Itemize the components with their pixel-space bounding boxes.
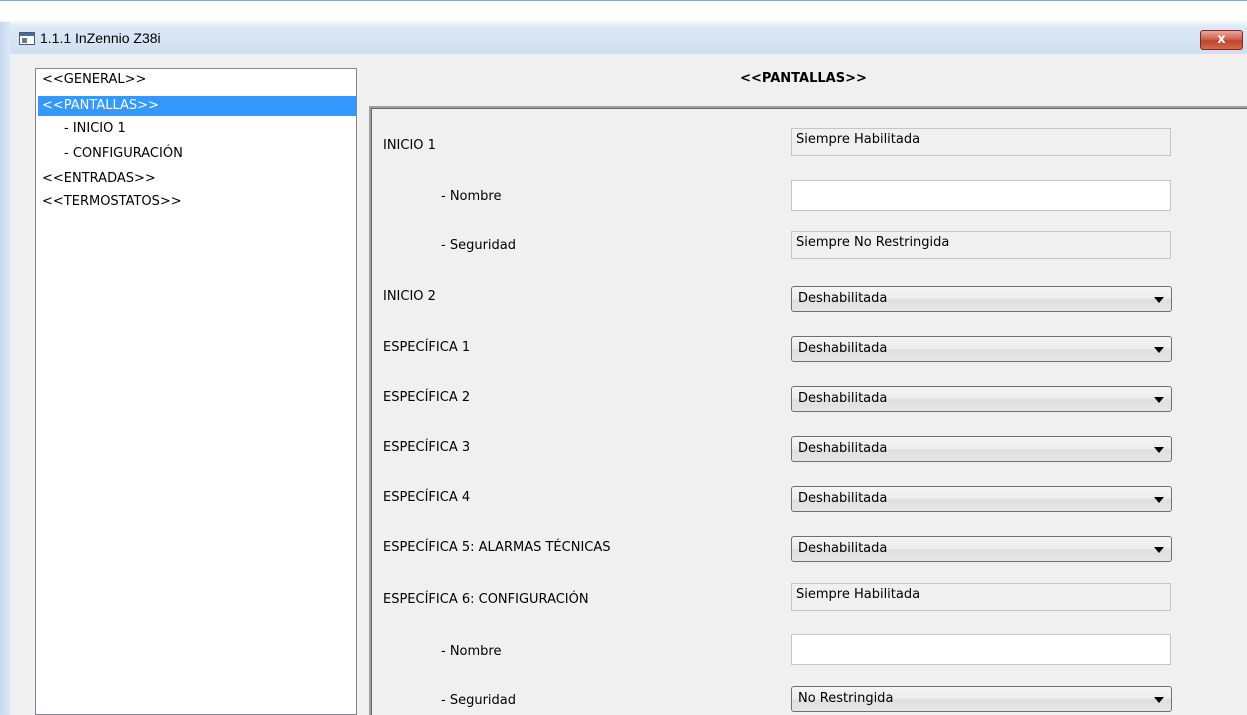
chevron-down-icon: [1154, 347, 1164, 353]
especifica-1-select-value: Deshabilitada: [798, 341, 888, 356]
param-label-especifica-6-nombre: - Nombre: [441, 644, 502, 659]
window-title: 1.1.1 InZennio Z38i: [40, 30, 161, 46]
param-value-inicio-1-seguridad: Siempre No Restringida: [791, 231, 1171, 259]
especifica-4-select-value: Deshabilitada: [798, 491, 888, 506]
window-icon: [19, 32, 35, 45]
param-label-especifica-3: ESPECÍFICA 3: [383, 440, 471, 455]
param-label-especifica-5: ESPECÍFICA 5: ALARMAS TÉCNICAS: [383, 540, 611, 555]
param-label-especifica-1: ESPECÍFICA 1: [383, 340, 471, 355]
tree-item-inicio-1[interactable]: - INICIO 1: [38, 121, 126, 137]
tree-item-entradas[interactable]: <<ENTRADAS>>: [38, 171, 156, 187]
chevron-down-icon: [1154, 497, 1164, 503]
tree-item-pantallas[interactable]: <<PANTALLAS>>: [38, 96, 356, 116]
param-label-inicio-2: INICIO 2: [383, 289, 436, 304]
chevron-down-icon: [1154, 697, 1164, 703]
param-label-especifica-2: ESPECÍFICA 2: [383, 390, 471, 405]
especifica-6-seguridad-select-value: No Restringida: [798, 691, 894, 706]
param-value-inicio-1: Siempre Habilitada: [791, 128, 1171, 156]
close-icon: x: [1217, 32, 1226, 47]
tree-item-general[interactable]: <<GENERAL>>: [38, 70, 146, 90]
chevron-down-icon: [1154, 397, 1164, 403]
especifica-6-seguridad-select[interactable]: No Restringida: [791, 686, 1172, 712]
close-button[interactable]: x: [1200, 30, 1243, 50]
especifica-1-select[interactable]: Deshabilitada: [791, 336, 1172, 362]
especifica-2-select-value: Deshabilitada: [798, 391, 888, 406]
especifica-3-select-value: Deshabilitada: [798, 441, 888, 456]
param-value-especifica-6: Siempre Habilitada: [791, 583, 1171, 611]
title-bar: 1.1.1 InZennio Z38i x: [0, 0, 1247, 54]
param-label-especifica-6-seguridad: - Seguridad: [441, 693, 516, 708]
navigation-tree: <<GENERAL>> <<PANTALLAS>> - INICIO 1 - C…: [35, 68, 357, 715]
chevron-down-icon: [1154, 447, 1164, 453]
section-title: <<PANTALLAS>>: [740, 71, 867, 86]
param-label-inicio-1-seguridad: - Seguridad: [441, 238, 516, 253]
param-label-especifica-4: ESPECÍFICA 4: [383, 490, 471, 505]
especifica-6-nombre-input[interactable]: [791, 634, 1171, 665]
param-label-inicio-1: INICIO 1: [383, 138, 436, 153]
window-frame-left: [0, 22, 10, 715]
inicio-1-nombre-input[interactable]: [791, 180, 1171, 211]
param-label-inicio-1-nombre: - Nombre: [441, 189, 502, 204]
param-label-especifica-6: ESPECÍFICA 6: CONFIGURACIÓN: [383, 592, 589, 607]
especifica-5-select[interactable]: Deshabilitada: [791, 536, 1172, 562]
inicio-2-select-value: Deshabilitada: [798, 291, 888, 306]
especifica-2-select[interactable]: Deshabilitada: [791, 386, 1172, 412]
especifica-3-select[interactable]: Deshabilitada: [791, 436, 1172, 462]
especifica-4-select[interactable]: Deshabilitada: [791, 486, 1172, 512]
inicio-2-select[interactable]: Deshabilitada: [791, 286, 1172, 312]
tree-item-configuracion[interactable]: - CONFIGURACIÓN: [38, 145, 183, 163]
especifica-5-select-value: Deshabilitada: [798, 541, 888, 556]
tree-item-termostatos[interactable]: <<TERMOSTATOS>>: [38, 193, 182, 211]
chevron-down-icon: [1154, 547, 1164, 553]
chevron-down-icon: [1154, 297, 1164, 303]
app-window: 1.1.1 InZennio Z38i x <<GENERAL>> <<PANT…: [0, 0, 1247, 715]
